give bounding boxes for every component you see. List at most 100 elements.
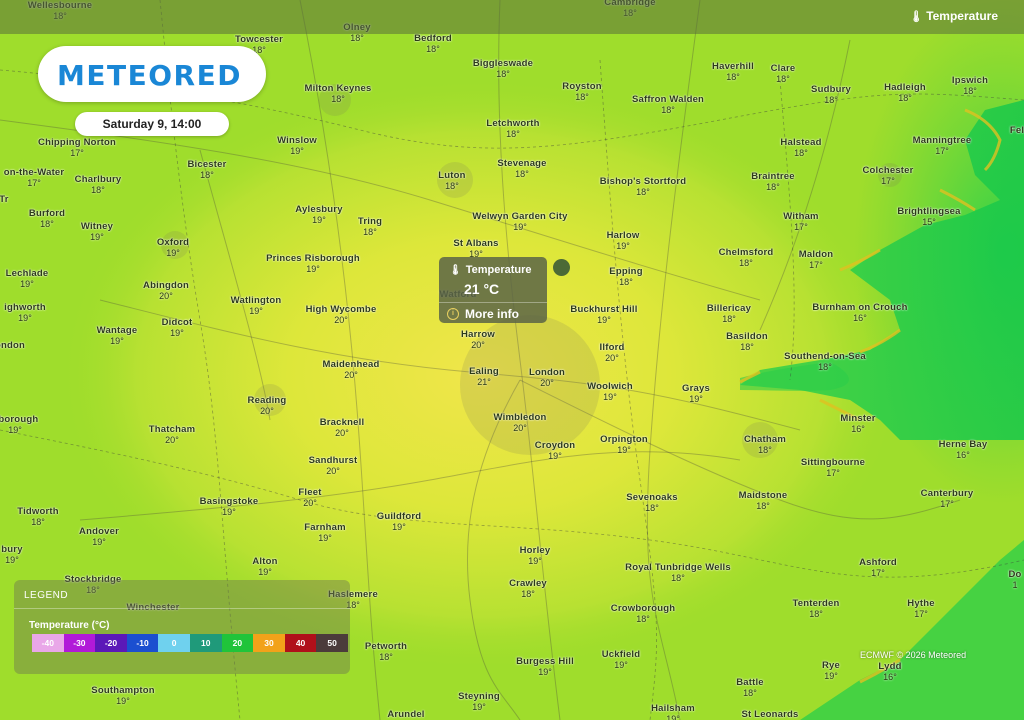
place-label[interactable]: Maidenhead 20° xyxy=(323,360,380,381)
place-label[interactable]: Minster 16° xyxy=(840,414,875,435)
place-label[interactable]: Abingdon 20° xyxy=(143,281,189,302)
place-label[interactable]: Fel xyxy=(1010,126,1024,136)
place-label[interactable]: Braintree 18° xyxy=(751,172,795,193)
place-label[interactable]: Burnham on Crouch 16° xyxy=(812,303,907,324)
place-label[interactable]: Sudbury 18° xyxy=(811,85,851,106)
place-label[interactable]: Ilford 20° xyxy=(600,343,625,364)
place-label[interactable]: Andover 19° xyxy=(79,527,119,548)
place-label[interactable]: Maldon 17° xyxy=(799,250,833,271)
place-label[interactable]: Horley 19° xyxy=(520,546,551,567)
place-label[interactable]: rlborough19° xyxy=(0,415,38,436)
place-label[interactable]: Winslow 19° xyxy=(277,136,317,157)
place-label[interactable]: Wantage 19° xyxy=(97,326,138,347)
place-label[interactable]: Witham 17° xyxy=(783,212,818,233)
place-label[interactable]: Orpington 19° xyxy=(600,435,648,456)
place-label[interactable]: Bedford 18° xyxy=(414,34,452,55)
place-label[interactable]: Grays 19° xyxy=(682,384,710,405)
place-label[interactable]: Bracknell 20° xyxy=(320,418,365,439)
place-label[interactable]: Billericay 18° xyxy=(707,304,751,325)
place-label[interactable]: Alton 19° xyxy=(252,557,277,578)
more-info-link[interactable]: i More info xyxy=(447,307,519,321)
date-selector[interactable]: Saturday 9, 14:00 xyxy=(75,112,229,136)
place-label[interactable]: Biggleswade 18° xyxy=(473,59,533,80)
place-label[interactable]: Halstead 18° xyxy=(780,138,821,159)
place-label[interactable]: Basingstoke 19° xyxy=(200,497,259,518)
place-label[interactable]: Aylesbury 19° xyxy=(295,205,342,226)
place-label[interactable]: Lechlade 19° xyxy=(6,269,49,290)
place-label[interactable]: Sandhurst 20° xyxy=(309,456,358,477)
place-label[interactable]: Southampton 19° xyxy=(91,686,154,707)
place-label[interactable]: Bishop's Stortford 18° xyxy=(600,177,687,198)
place-label[interactable]: Watlington 19° xyxy=(231,296,282,317)
place-label[interactable]: Chatham 18° xyxy=(744,435,786,456)
place-label[interactable]: Clare 18° xyxy=(771,64,796,85)
place-label[interactable]: ondon xyxy=(0,341,25,351)
place-label[interactable]: Arundel xyxy=(387,710,424,720)
location-marker[interactable] xyxy=(553,259,570,276)
place-label[interactable]: London 20° xyxy=(529,368,565,389)
place-label[interactable]: Croydon 19° xyxy=(535,441,575,462)
place-label[interactable]: Sittingbourne 17° xyxy=(801,458,865,479)
place-label[interactable]: Uckfield 19° xyxy=(602,650,641,671)
place-label[interactable]: Herne Bay 16° xyxy=(939,440,988,461)
place-label[interactable]: Epping 18° xyxy=(609,267,642,288)
place-label[interactable]: Hailsham 19° xyxy=(651,704,695,720)
place-label[interactable]: Tr xyxy=(0,195,9,205)
place-label[interactable]: Letchworth 18° xyxy=(486,119,539,140)
place-label[interactable]: Do 1 xyxy=(1008,570,1021,591)
place-label[interactable]: Farnham 19° xyxy=(304,523,346,544)
place-label[interactable]: Hythe 17° xyxy=(907,599,934,620)
place-label[interactable]: on-the-Water 17° xyxy=(4,168,65,189)
place-label[interactable]: Didcot 19° xyxy=(162,318,193,339)
place-label[interactable]: Royston 18° xyxy=(562,82,601,103)
place-label[interactable]: Harlow 19° xyxy=(607,231,640,252)
place-label[interactable]: Reading 20° xyxy=(248,396,287,417)
place-label[interactable]: Rye 19° xyxy=(822,661,840,682)
place-label[interactable]: St Leonards xyxy=(741,710,798,720)
place-label[interactable]: Tenterden 18° xyxy=(792,599,839,620)
place-label[interactable]: Burford 18° xyxy=(29,209,65,230)
place-label[interactable]: Burgess Hill 19° xyxy=(516,657,574,678)
place-label[interactable]: Luton 18° xyxy=(438,171,465,192)
place-label[interactable]: Maidstone 18° xyxy=(739,491,788,512)
place-label[interactable]: Princes Risborough 19° xyxy=(266,254,360,275)
place-label[interactable]: Basildon 18° xyxy=(726,332,768,353)
place-label[interactable]: Sevenoaks 18° xyxy=(626,493,677,514)
place-label[interactable]: Ashford 17° xyxy=(859,558,897,579)
place-label[interactable]: Tidworth 18° xyxy=(17,507,59,528)
place-label[interactable]: Brightlingsea 15° xyxy=(897,207,960,228)
place-label[interactable]: Oxford 19° xyxy=(157,238,189,259)
place-label[interactable]: Tring 18° xyxy=(358,217,382,238)
place-label[interactable]: Battle 18° xyxy=(736,678,764,699)
place-label[interactable]: Milton Keynes 18° xyxy=(305,84,372,105)
place-label[interactable]: Chipping Norton 17° xyxy=(38,138,116,159)
place-label[interactable]: bury 19° xyxy=(1,545,22,566)
place-label[interactable]: Guildford 19° xyxy=(377,512,422,533)
place-label[interactable]: Bicester 18° xyxy=(187,160,226,181)
place-label[interactable]: Ealing 21° xyxy=(469,367,499,388)
place-label[interactable]: Saffron Walden 18° xyxy=(632,95,704,116)
place-label[interactable]: Lydd 16° xyxy=(878,662,901,683)
place-label[interactable]: Harrow 20° xyxy=(461,330,495,351)
place-label[interactable]: Welwyn Garden City 19° xyxy=(472,212,567,233)
place-label[interactable]: Crawley 18° xyxy=(509,579,547,600)
place-label[interactable]: High Wycombe 20° xyxy=(306,305,377,326)
place-label[interactable]: Wimbledon 20° xyxy=(494,413,547,434)
place-label[interactable]: Haverhill 18° xyxy=(712,62,754,83)
place-label[interactable]: Witney 19° xyxy=(81,222,113,243)
place-label[interactable]: Ipswich 18° xyxy=(952,76,988,97)
place-label[interactable]: Steyning 19° xyxy=(458,692,500,713)
place-label[interactable]: Canterbury 17° xyxy=(921,489,974,510)
place-label[interactable]: Colchester 17° xyxy=(862,166,913,187)
place-label[interactable]: ighworth 19° xyxy=(4,303,46,324)
place-label[interactable]: Southend-on-Sea 18° xyxy=(784,352,866,373)
place-label[interactable]: Crowborough 18° xyxy=(611,604,675,625)
place-label[interactable]: Fleet 20° xyxy=(298,488,321,509)
place-label[interactable]: Royal Tunbridge Wells 18° xyxy=(625,563,731,584)
place-label[interactable]: Manningtree 17° xyxy=(913,136,972,157)
temperature-popup[interactable]: 🌡 Temperature 21 °C i More info xyxy=(439,257,547,323)
meteored-logo[interactable]: METEORED xyxy=(38,46,266,102)
place-label[interactable]: St Albans 19° xyxy=(453,239,498,260)
place-label[interactable]: Chelmsford 18° xyxy=(719,248,774,269)
place-label[interactable]: Hadleigh 18° xyxy=(884,83,926,104)
